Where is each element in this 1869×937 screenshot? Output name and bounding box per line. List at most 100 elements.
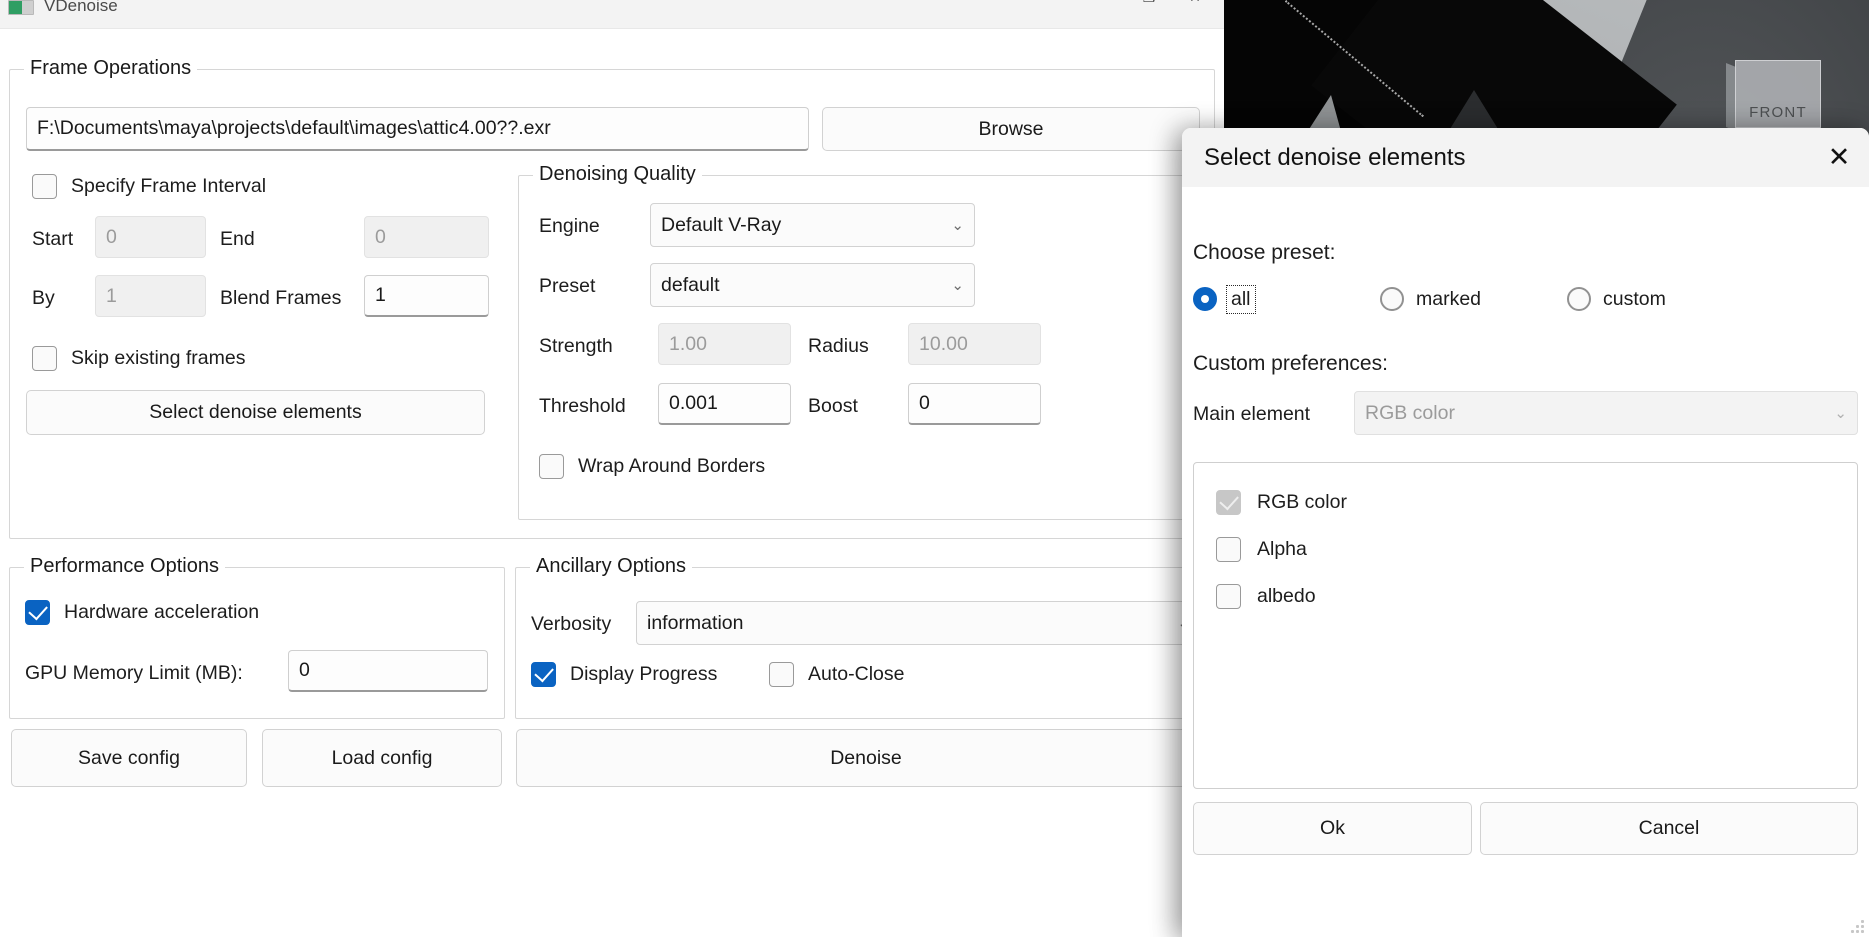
radio-marked[interactable]: [1380, 287, 1404, 311]
verbosity-combobox[interactable]: information ⌄: [636, 601, 1201, 645]
load-config-button[interactable]: Load config: [262, 729, 502, 787]
blend-frames-label: Blend Frames: [220, 287, 342, 309]
element-label: RGB color: [1257, 491, 1347, 513]
resize-grip-icon[interactable]: [1851, 920, 1865, 934]
end-input[interactable]: 0: [364, 216, 489, 258]
strength-label: Strength: [539, 335, 613, 357]
maximize-icon[interactable]: ❐: [1126, 0, 1172, 12]
cancel-button[interactable]: Cancel: [1480, 802, 1858, 855]
denoise-elements-list[interactable]: RGB color Alpha albedo: [1193, 462, 1858, 789]
image-path-input[interactable]: F:\Documents\maya\projects\default\image…: [26, 107, 809, 151]
window-titlebar[interactable]: VDenoise — ❐ ✕: [0, 0, 1224, 29]
engine-label: Engine: [539, 215, 600, 237]
save-config-button[interactable]: Save config: [11, 729, 247, 787]
hardware-acceleration-row[interactable]: Hardware acceleration: [25, 600, 259, 625]
auto-close-label: Auto-Close: [808, 663, 905, 685]
list-item[interactable]: Alpha: [1194, 526, 1857, 573]
chevron-down-icon: ⌄: [951, 216, 964, 234]
screen: FRONT VDenoise — ❐ ✕ Frame Operations F:…: [0, 0, 1869, 937]
hardware-acceleration-label: Hardware acceleration: [64, 601, 260, 623]
wrap-around-borders-row[interactable]: Wrap Around Borders: [539, 454, 765, 479]
radio-custom[interactable]: [1567, 287, 1591, 311]
close-icon[interactable]: ✕: [1172, 0, 1218, 12]
dialog-titlebar[interactable]: Select denoise elements ✕: [1182, 128, 1869, 187]
choose-preset-label: Choose preset:: [1193, 241, 1336, 264]
skip-existing-frames-row[interactable]: Skip existing frames: [32, 346, 245, 371]
ancillary-options-group: Ancillary Options Verbosity information …: [515, 555, 1215, 719]
performance-options-legend: Performance Options: [24, 555, 225, 578]
threshold-input[interactable]: 0.001: [658, 383, 791, 425]
display-progress-checkbox[interactable]: [531, 662, 556, 687]
element-checkbox-rgb-color: [1216, 490, 1241, 515]
dialog-title: Select denoise elements: [1204, 143, 1466, 171]
close-icon[interactable]: ✕: [1809, 128, 1869, 187]
gpu-memory-limit-input[interactable]: 0: [288, 650, 488, 692]
specify-frame-interval-row[interactable]: Specify Frame Interval: [32, 174, 266, 199]
main-element-value: RGB color: [1365, 401, 1455, 424]
denoising-quality-group: Denoising Quality Engine Default V-Ray ⌄…: [518, 163, 1206, 520]
list-item[interactable]: RGB color: [1194, 479, 1857, 526]
main-element-combobox[interactable]: RGB color ⌄: [1354, 391, 1858, 435]
select-denoise-elements-dialog: Select denoise elements ✕ Choose preset:…: [1182, 128, 1869, 937]
verbosity-value: information: [647, 611, 744, 634]
radio-all[interactable]: [1193, 287, 1217, 311]
blend-frames-input[interactable]: 1: [364, 275, 489, 317]
start-label: Start: [32, 228, 74, 250]
preset-combobox[interactable]: default ⌄: [650, 263, 975, 307]
specify-frame-interval-label: Specify Frame Interval: [71, 175, 267, 197]
gpu-memory-limit-label: GPU Memory Limit (MB):: [25, 662, 243, 684]
vdenoise-window: VDenoise — ❐ ✕ Frame Operations F:\Docum…: [0, 0, 1224, 937]
vray-app-icon: [8, 0, 34, 15]
chevron-down-icon: ⌄: [1834, 404, 1847, 422]
element-label: Alpha: [1257, 538, 1307, 560]
frame-operations-group: Frame Operations F:\Documents\maya\proje…: [9, 57, 1215, 539]
boost-input[interactable]: 0: [908, 383, 1041, 425]
main-element-label: Main element: [1193, 403, 1311, 425]
list-item[interactable]: albedo: [1194, 573, 1857, 620]
display-progress-label: Display Progress: [570, 663, 718, 685]
engine-combobox[interactable]: Default V-Ray ⌄: [650, 203, 975, 247]
window-content: Frame Operations F:\Documents\maya\proje…: [0, 29, 1224, 937]
chevron-down-icon: ⌄: [951, 276, 964, 294]
radius-input[interactable]: 10.00: [908, 323, 1041, 365]
minimize-icon[interactable]: —: [1080, 0, 1126, 12]
wrap-around-borders-checkbox[interactable]: [539, 454, 564, 479]
preset-option-all[interactable]: all: [1193, 284, 1256, 314]
performance-options-group: Performance Options Hardware acceleratio…: [9, 555, 505, 719]
browse-button[interactable]: Browse: [822, 107, 1200, 151]
engine-value: Default V-Ray: [661, 213, 782, 236]
hardware-acceleration-checkbox[interactable]: [25, 600, 50, 625]
ok-button[interactable]: Ok: [1193, 802, 1472, 855]
window-title: VDenoise: [44, 0, 118, 15]
display-progress-row[interactable]: Display Progress: [531, 662, 717, 687]
specify-frame-interval-checkbox[interactable]: [32, 174, 57, 199]
ancillary-options-legend: Ancillary Options: [530, 555, 693, 578]
verbosity-label: Verbosity: [531, 613, 612, 635]
preset-option-marked[interactable]: marked: [1380, 287, 1481, 311]
auto-close-row[interactable]: Auto-Close: [769, 662, 904, 687]
frame-operations-legend: Frame Operations: [24, 57, 198, 80]
start-input[interactable]: 0: [95, 216, 206, 258]
skip-existing-frames-checkbox[interactable]: [32, 346, 57, 371]
element-label: albedo: [1257, 585, 1316, 607]
view-cube-face-label[interactable]: FRONT: [1735, 60, 1821, 128]
by-label: By: [32, 287, 55, 309]
element-checkbox-albedo[interactable]: [1216, 584, 1241, 609]
strength-input[interactable]: 1.00: [658, 323, 791, 365]
boost-label: Boost: [808, 395, 858, 417]
preset-option-custom[interactable]: custom: [1567, 287, 1666, 311]
by-input[interactable]: 1: [95, 275, 206, 317]
denoise-button[interactable]: Denoise: [516, 729, 1216, 787]
wrap-around-borders-label: Wrap Around Borders: [578, 455, 766, 477]
threshold-label: Threshold: [539, 395, 626, 417]
skip-existing-frames-label: Skip existing frames: [71, 347, 246, 369]
view-cube[interactable]: FRONT: [1726, 60, 1821, 132]
end-label: End: [220, 228, 255, 250]
preset-value: default: [661, 273, 720, 296]
preset-option-marked-label: marked: [1416, 287, 1482, 310]
preset-label: Preset: [539, 275, 596, 297]
select-denoise-elements-button[interactable]: Select denoise elements: [26, 390, 485, 435]
element-checkbox-alpha[interactable]: [1216, 537, 1241, 562]
auto-close-checkbox[interactable]: [769, 662, 794, 687]
preset-option-custom-label: custom: [1603, 287, 1666, 310]
